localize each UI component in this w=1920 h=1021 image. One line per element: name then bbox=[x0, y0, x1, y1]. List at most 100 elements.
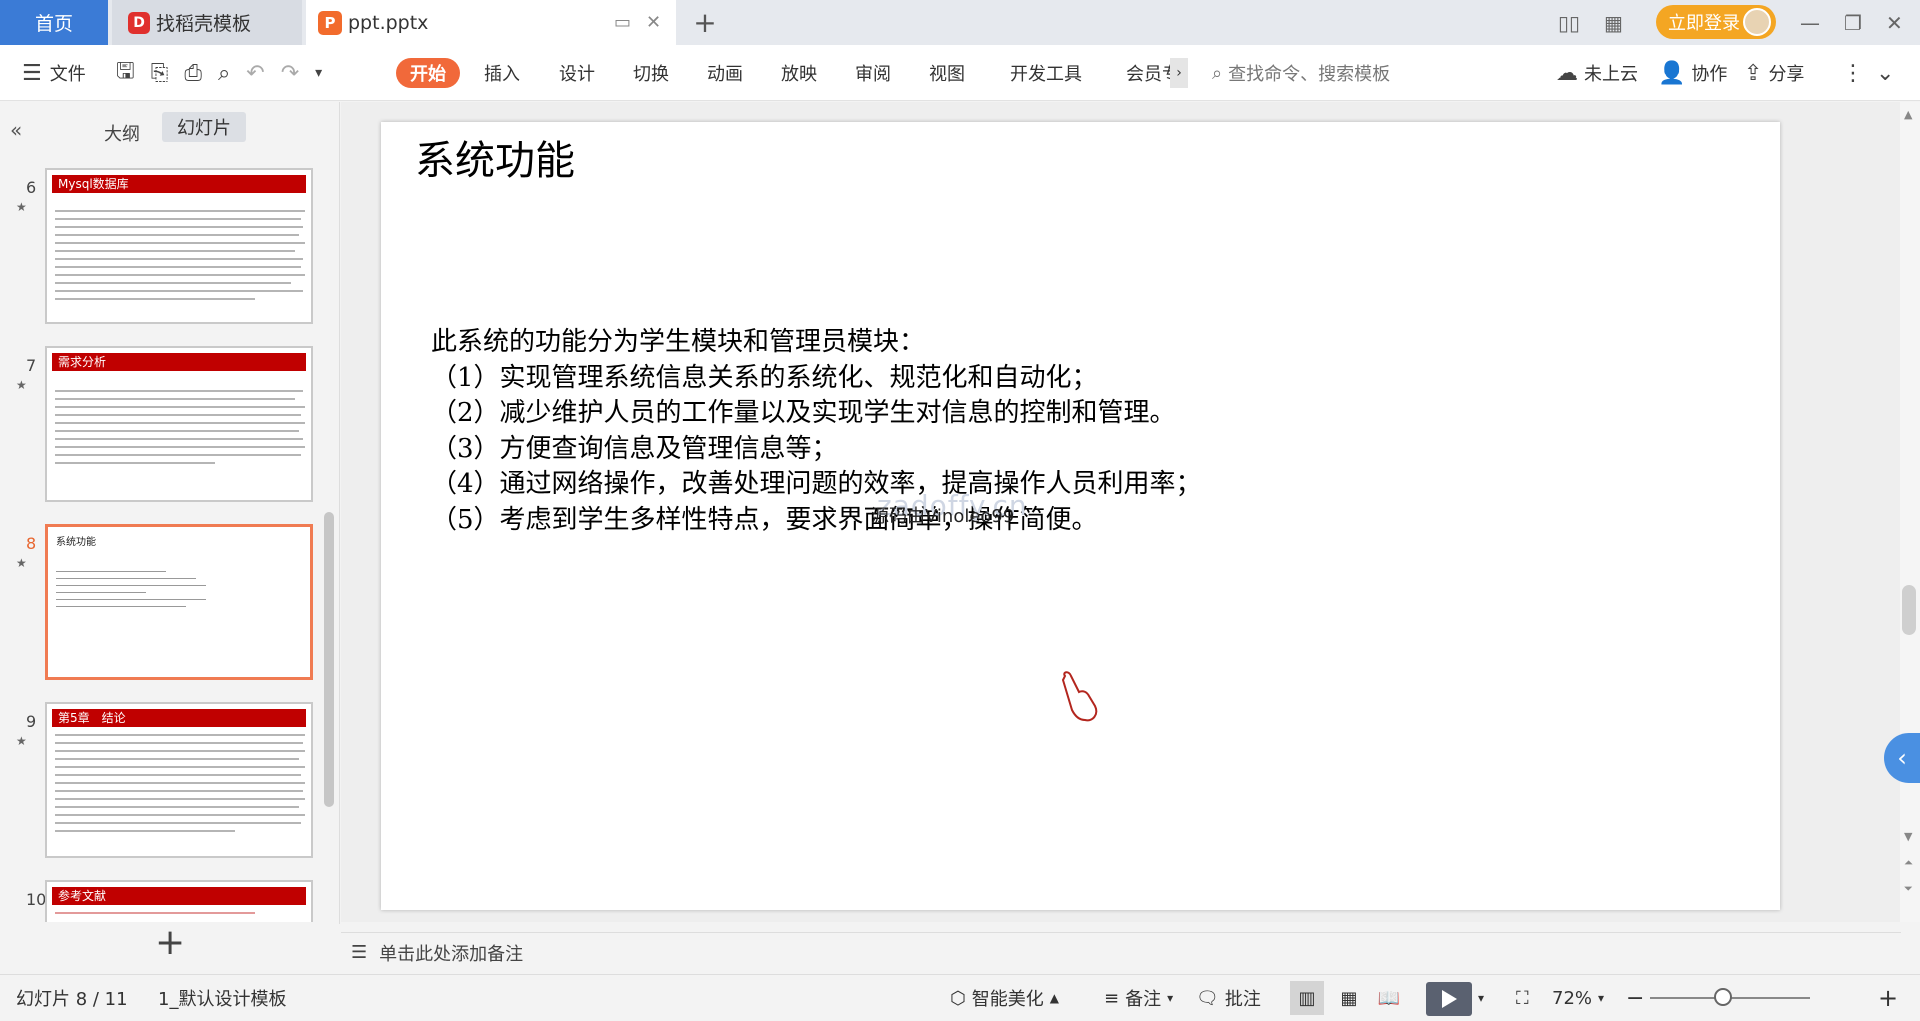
thumbnail-scrollbar[interactable] bbox=[324, 512, 334, 807]
zoom-out-button[interactable]: − bbox=[1626, 975, 1644, 1021]
scroll-up-icon[interactable]: ▲ bbox=[1904, 108, 1912, 121]
chevron-up-icon: ▲ bbox=[1049, 991, 1059, 1005]
thumbnail-text-line bbox=[55, 274, 305, 276]
reading-view-button[interactable]: 📖 bbox=[1372, 975, 1406, 1021]
tab-outline[interactable]: 大纲 bbox=[104, 120, 140, 146]
collaborate-button[interactable]: 👤 协作 bbox=[1658, 45, 1727, 101]
export-pdf-icon[interactable]: ⎘ bbox=[151, 61, 169, 86]
cloud-status-button[interactable]: ☁ 未上云 bbox=[1556, 45, 1638, 101]
thumbnail-text-line bbox=[55, 446, 305, 448]
ribbon-tab-view[interactable]: 视图 bbox=[929, 45, 965, 101]
slide-title[interactable]: 系统功能 bbox=[415, 128, 575, 186]
notes-toggle-label: 备注 bbox=[1125, 989, 1162, 1010]
thumbnail-text-line bbox=[55, 250, 295, 252]
grid-view-icon: ▦ bbox=[1340, 987, 1358, 1009]
more-options-button[interactable]: ⋮ bbox=[1842, 45, 1864, 101]
search-input[interactable]: 查找命令、搜索模板 bbox=[1228, 60, 1390, 86]
slide-editor[interactable]: 系统功能 此系统的功能分为学生模块和管理员模块： （1）实现管理系统信息关系的系… bbox=[381, 122, 1780, 910]
book-icon: 📖 bbox=[1377, 987, 1401, 1009]
slide-navigator-panel: « 大纲 幻灯片 6 ★ Mysql数据库 7 ★ 需求分析 8 ★ 系统功能 … bbox=[0, 102, 340, 963]
thumbnail-text-line bbox=[55, 266, 301, 268]
ribbon-tab-start[interactable]: 开始 bbox=[396, 58, 460, 88]
thumbnail-text-line bbox=[55, 758, 299, 760]
zoom-slider-handle[interactable] bbox=[1714, 988, 1732, 1006]
tab-home[interactable]: 首页 bbox=[0, 0, 108, 45]
close-tab-icon[interactable]: ✕ bbox=[646, 12, 661, 33]
share-button[interactable]: ⇪ 分享 bbox=[1744, 45, 1804, 101]
smart-beautify-button[interactable]: ⬡ 智能美化 ▲ bbox=[950, 975, 1059, 1021]
command-search[interactable]: ⌕ 查找命令、搜索模板 bbox=[1212, 58, 1390, 88]
slide-thumbnail-9[interactable]: 第5章 结论 bbox=[45, 702, 313, 858]
customize-dropdown-icon[interactable]: ▾ bbox=[315, 65, 322, 81]
notes-pane[interactable]: ☰ 单击此处添加备注 bbox=[341, 932, 1901, 972]
ribbon-tab-transition[interactable]: 切换 bbox=[633, 45, 669, 101]
play-options-dropdown[interactable]: ▾ bbox=[1478, 975, 1484, 1021]
play-slideshow-button[interactable] bbox=[1426, 982, 1472, 1016]
undo-icon[interactable]: ↶ bbox=[246, 61, 264, 86]
print-preview-icon[interactable]: ⌕ bbox=[218, 61, 230, 86]
slide-thumbnail-7[interactable]: 需求分析 bbox=[45, 346, 313, 502]
layout-switch-icon[interactable]: ▯▯ bbox=[1558, 11, 1580, 35]
next-slide-icon[interactable]: ⏷ bbox=[1904, 882, 1913, 896]
collapse-panel-icon[interactable]: « bbox=[10, 118, 22, 142]
zoom-in-button[interactable]: + bbox=[1878, 975, 1898, 1021]
comment-icon: 🗨 bbox=[1196, 987, 1219, 1009]
slide-thumbnail-6[interactable]: Mysql数据库 bbox=[45, 168, 313, 324]
window-tools: ▯▯ ▦ bbox=[1558, 0, 1623, 45]
apps-grid-icon[interactable]: ▦ bbox=[1604, 11, 1623, 35]
save-icon[interactable]: 🖫 bbox=[116, 54, 135, 92]
overlay-text: 源码由Vinoleo99 bbox=[871, 506, 1015, 527]
vertical-scroll-thumb[interactable] bbox=[1902, 585, 1916, 635]
slide-thumbnail-8[interactable]: 系统功能 bbox=[45, 524, 313, 680]
ribbon-tab-design[interactable]: 设计 bbox=[559, 45, 595, 101]
redo-icon[interactable]: ↷ bbox=[281, 61, 299, 86]
ribbon-tabs-more-button[interactable]: › bbox=[1170, 58, 1188, 88]
thumbnail-text-line bbox=[55, 774, 301, 776]
tab-docer-templates[interactable]: D 找稻壳模板 bbox=[112, 0, 302, 45]
ribbon-tab-animation[interactable]: 动画 bbox=[707, 45, 743, 101]
template-name[interactable]: 1_默认设计模板 bbox=[158, 975, 286, 1021]
ribbon-tab-insert[interactable]: 插入 bbox=[484, 45, 520, 101]
thumbnail-text-line bbox=[55, 390, 303, 392]
restore-icon[interactable]: ❐ bbox=[1844, 11, 1862, 35]
add-slide-button[interactable]: + bbox=[155, 922, 185, 963]
collapse-ribbon-button[interactable]: ⌄ bbox=[1876, 45, 1894, 101]
minimize-icon[interactable]: — bbox=[1800, 11, 1820, 35]
slide-body-textbox[interactable]: 此系统的功能分为学生模块和管理员模块： （1）实现管理系统信息关系的系统化、规范… bbox=[431, 325, 1202, 538]
print-icon[interactable]: ⎙ bbox=[184, 61, 202, 86]
previous-slide-icon[interactable]: ⏶ bbox=[1904, 856, 1913, 870]
ribbon: ☰ 文件 🖫 ⎘ ⎙ ⌕ ↶ ↷ ▾ 开始 插入 设计 切换 动画 放映 审阅 … bbox=[0, 45, 1920, 101]
tab-slides[interactable]: 幻灯片 bbox=[162, 112, 246, 142]
normal-view-button[interactable]: ▥ bbox=[1290, 981, 1324, 1015]
collaborate-icon: 👤 bbox=[1658, 60, 1686, 86]
comments-button[interactable]: 🗨 批注 bbox=[1196, 975, 1261, 1021]
file-menu-button[interactable]: ☰ 文件 bbox=[22, 45, 86, 101]
slide-sorter-button[interactable]: ▦ bbox=[1332, 975, 1366, 1021]
play-icon bbox=[1442, 990, 1457, 1008]
fit-to-window-button[interactable]: ⛶ bbox=[1516, 975, 1529, 1021]
zoom-level-dropdown[interactable]: 72% ▾ bbox=[1552, 975, 1604, 1021]
thumbnail-text-line bbox=[55, 414, 301, 416]
slide-body-line: （1）实现管理系统信息关系的系统化、规范化和自动化； bbox=[431, 362, 1098, 393]
tab-document[interactable]: P ppt.pptx ▭ ✕ bbox=[306, 0, 676, 45]
ribbon-tab-developer[interactable]: 开发工具 bbox=[1010, 45, 1082, 101]
tab-home-label: 首页 bbox=[34, 13, 73, 35]
thumbnail-text-line bbox=[55, 406, 305, 408]
notes-placeholder[interactable]: 单击此处添加备注 bbox=[379, 940, 523, 966]
avatar bbox=[1743, 8, 1771, 36]
animation-star-icon: ★ bbox=[16, 556, 27, 570]
animation-star-icon: ★ bbox=[16, 378, 27, 392]
slide-thumbnail-10[interactable]: 参考文献 bbox=[45, 880, 313, 922]
vertical-scrollbar[interactable]: ▲ ▼ ⏶ ⏷ bbox=[1900, 102, 1920, 922]
new-tab-button[interactable]: + bbox=[690, 0, 720, 45]
share-label: 分享 bbox=[1768, 64, 1805, 85]
login-button[interactable]: 立即登录 bbox=[1656, 5, 1776, 39]
ribbon-tab-review[interactable]: 审阅 bbox=[855, 45, 891, 101]
plus-icon: + bbox=[693, 6, 717, 39]
ribbon-tab-slideshow[interactable]: 放映 bbox=[781, 45, 817, 101]
close-window-icon[interactable]: ✕ bbox=[1886, 11, 1903, 35]
float-window-icon[interactable]: ▭ bbox=[614, 12, 631, 33]
notes-toggle-button[interactable]: ≡ 备注 ▾ bbox=[1104, 975, 1173, 1021]
thumbnail-text-line bbox=[56, 599, 206, 600]
scroll-down-icon[interactable]: ▼ bbox=[1904, 830, 1912, 843]
